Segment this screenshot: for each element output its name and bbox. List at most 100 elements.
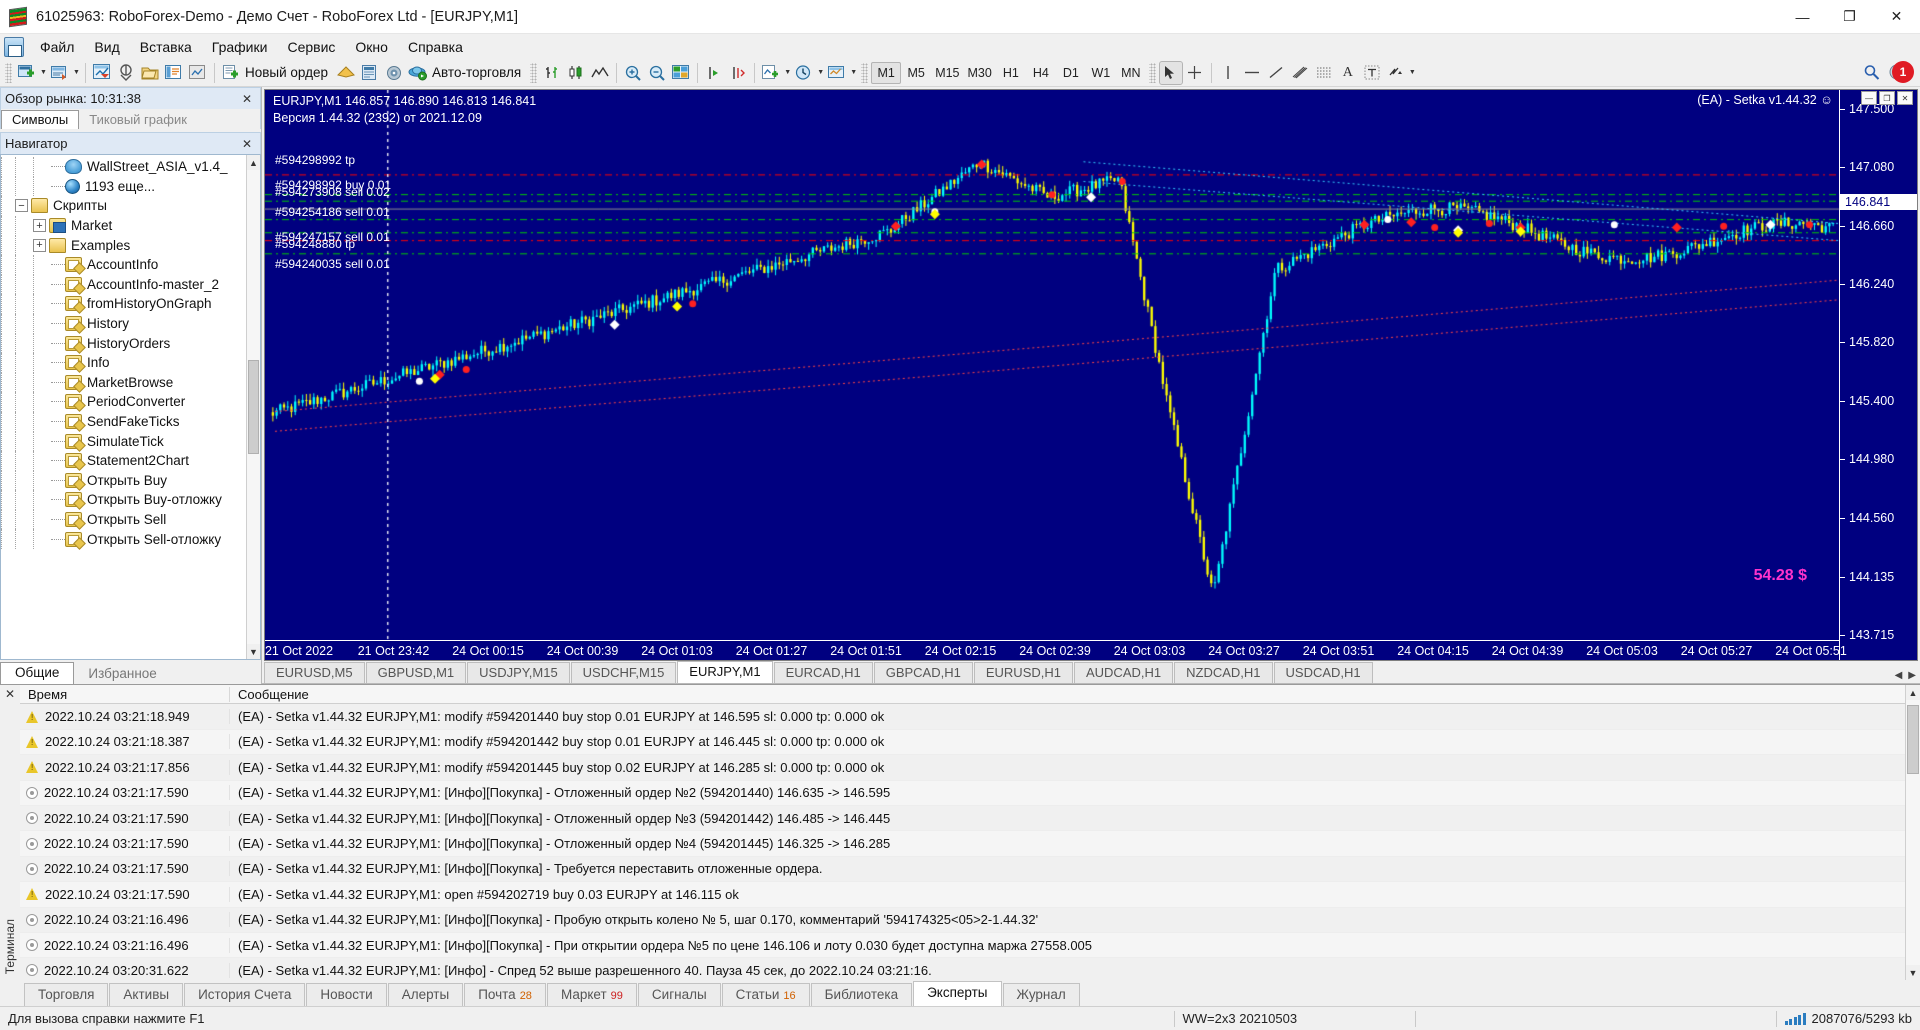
navigator-item[interactable]: MarketBrowse: [1, 372, 246, 393]
log-rows[interactable]: 2022.10.24 03:21:18.949 (EA) - Setka v1.4…: [20, 704, 1905, 980]
terminal-tab[interactable]: История Счета: [184, 983, 306, 1006]
tab-common[interactable]: Общие: [0, 662, 75, 684]
navigator-scroll-track[interactable]: [247, 170, 260, 644]
navigator-item[interactable]: + Examples: [1, 235, 246, 256]
price-chart[interactable]: EURJPY,M1 146.857 146.890 146.813 146.84…: [264, 89, 1918, 661]
arrows-dropdown-icon[interactable]: ▼: [1408, 63, 1417, 83]
mql5-community-icon[interactable]: [359, 62, 381, 84]
line-chart-icon[interactable]: [589, 62, 611, 84]
tree-expander-icon[interactable]: +: [33, 238, 46, 252]
navigator-item[interactable]: Statement2Chart: [1, 450, 246, 471]
timeframe-m15[interactable]: M15: [931, 62, 963, 84]
navigator-item[interactable]: SimulateTick: [1, 431, 246, 452]
terminal-tab[interactable]: Алерты: [387, 983, 464, 1006]
zoom-in-icon[interactable]: [622, 62, 644, 84]
timeframe-w1[interactable]: W1: [1086, 62, 1116, 84]
chart-tabs-nav[interactable]: ◀ ▶: [1895, 670, 1916, 681]
profiles-icon[interactable]: [49, 62, 71, 84]
menu-item-insert[interactable]: Вставка: [130, 36, 202, 58]
new-order-label[interactable]: Новый ордер: [245, 65, 328, 80]
text-label-icon[interactable]: [1361, 62, 1383, 84]
menu-item-charts[interactable]: Графики: [202, 36, 278, 58]
price-axis[interactable]: 147.500 147.080 146.660 146.240 145.820 145.4…: [1839, 90, 1917, 660]
profiles-dropdown-icon[interactable]: ▼: [72, 63, 81, 83]
notifications-icon[interactable]: 1: [1888, 61, 1914, 83]
navigator-scroll-thumb[interactable]: [248, 359, 259, 455]
navigator-item[interactable]: Открыть Buy: [1, 470, 246, 491]
time-axis[interactable]: 21 Oct 2022 21 Oct 23:42 24 Oct 00:15 24 Oc…: [265, 640, 1847, 660]
navigator-item[interactable]: SendFakeTicks: [1, 411, 246, 432]
vertical-line-icon[interactable]: [1217, 62, 1239, 84]
auto-scroll-icon[interactable]: [727, 62, 749, 84]
close-button[interactable]: ✕: [1873, 0, 1920, 34]
navigator-item[interactable]: AccountInfo: [1, 254, 246, 275]
log-row[interactable]: 2022.10.24 03:21:17.590 (EA) - Setka v1.4…: [20, 831, 1905, 857]
navigator-close-icon[interactable]: ✕: [238, 137, 256, 151]
navigator-item[interactable]: + Market: [1, 215, 246, 236]
log-row[interactable]: 2022.10.24 03:20:31.622 (EA) - Setka v1.4…: [20, 958, 1905, 980]
scroll-up-icon[interactable]: ▲: [247, 155, 260, 170]
navigator-item[interactable]: 1193 еще...: [1, 176, 246, 197]
channel-icon[interactable]: [1289, 62, 1311, 84]
menu-item-file[interactable]: Файл: [30, 36, 84, 58]
terminal-tab[interactable]: Статьи 16: [721, 983, 810, 1006]
log-scrollbar[interactable]: ▲ ▼: [1905, 685, 1920, 980]
navigator-item[interactable]: − Скрипты: [1, 195, 246, 216]
timeframe-h4[interactable]: H4: [1026, 62, 1056, 84]
chart-tab[interactable]: USDJPY,M15: [467, 662, 570, 683]
chart-tab[interactable]: GBPCAD,H1: [873, 662, 973, 683]
timeframe-m30[interactable]: M30: [964, 62, 996, 84]
chart-close-button[interactable]: ✕: [1897, 91, 1913, 105]
metaeditor-icon[interactable]: [335, 62, 357, 84]
toolbar-grip[interactable]: [5, 62, 12, 83]
navigator-tree[interactable]: WallStreet_ASIA_v1.4_ 1193 еще... − Скрипты…: [1, 155, 246, 659]
terminal-icon[interactable]: [163, 62, 185, 84]
arrows-icon[interactable]: [1385, 62, 1407, 84]
navigator-item[interactable]: HistoryOrders: [1, 333, 246, 354]
templates-icon[interactable]: [826, 62, 848, 84]
chart-restore-button[interactable]: ❐: [1879, 91, 1895, 105]
chart-tab[interactable]: USDCAD,H1: [1273, 662, 1373, 683]
log-row[interactable]: 2022.10.24 03:21:17.590 (EA) - Setka v1.4…: [20, 780, 1905, 806]
timeframe-d1[interactable]: D1: [1056, 62, 1086, 84]
periods-dropdown-icon[interactable]: ▼: [816, 63, 825, 83]
log-column-message[interactable]: Сообщение: [230, 687, 1905, 702]
terminal-tab[interactable]: Библиотека: [810, 983, 913, 1006]
tile-windows-icon[interactable]: [670, 62, 692, 84]
menu-item-tools[interactable]: Сервис: [277, 36, 345, 58]
autotrading-label[interactable]: Авто-торговля: [432, 65, 521, 80]
log-scroll-track[interactable]: [1906, 700, 1920, 965]
navigator-item[interactable]: Открыть Buy-отложку: [1, 489, 246, 510]
terminal-tab[interactable]: Новости: [306, 983, 387, 1006]
terminal-tab[interactable]: Торговля: [24, 983, 109, 1006]
data-window-icon[interactable]: [115, 62, 137, 84]
log-row[interactable]: 2022.10.24 03:21:17.590 (EA) - Setka v1.4…: [20, 857, 1905, 883]
navigator-item[interactable]: AccountInfo-master_2: [1, 274, 246, 295]
periods-icon[interactable]: [793, 62, 815, 84]
terminal-tab[interactable]: Почта 28: [464, 983, 546, 1006]
chart-tabs-next-icon[interactable]: ▶: [1908, 670, 1916, 681]
terminal-tab[interactable]: Маркет 99: [546, 983, 637, 1006]
navigator-item[interactable]: PeriodConverter: [1, 391, 246, 412]
signals-icon[interactable]: [383, 62, 405, 84]
trendline-icon[interactable]: [1265, 62, 1287, 84]
tab-symbols[interactable]: Символы: [1, 110, 80, 129]
autotrading-icon[interactable]: [407, 62, 429, 84]
navigator-item[interactable]: Открыть Sell-отложку: [1, 529, 246, 550]
horizontal-line-icon[interactable]: [1241, 62, 1263, 84]
navigator-item[interactable]: WallStreet_ASIA_v1.4_: [1, 156, 246, 177]
toolbar-grip-3[interactable]: [861, 62, 869, 83]
log-row[interactable]: 2022.10.24 03:21:17.856 (EA) - Setka v1.4…: [20, 755, 1905, 781]
toolbar-grip-4[interactable]: [1148, 62, 1156, 83]
new-chart-icon[interactable]: [16, 62, 38, 84]
bar-chart-icon[interactable]: [541, 62, 563, 84]
timeframe-m5[interactable]: M5: [901, 62, 931, 84]
terminal-tab[interactable]: Журнал: [1002, 983, 1080, 1006]
log-row[interactable]: 2022.10.24 03:21:17.590 (EA) - Setka v1.4…: [20, 882, 1905, 908]
navigator-item[interactable]: Info: [1, 352, 246, 373]
chart-tab[interactable]: EURJPY,M1: [677, 661, 773, 683]
log-scroll-up-icon[interactable]: ▲: [1906, 685, 1920, 700]
market-watch-icon[interactable]: [91, 62, 113, 84]
templates-dropdown-icon[interactable]: ▼: [849, 63, 858, 83]
navigator-scrollbar[interactable]: ▲ ▼: [246, 155, 260, 659]
